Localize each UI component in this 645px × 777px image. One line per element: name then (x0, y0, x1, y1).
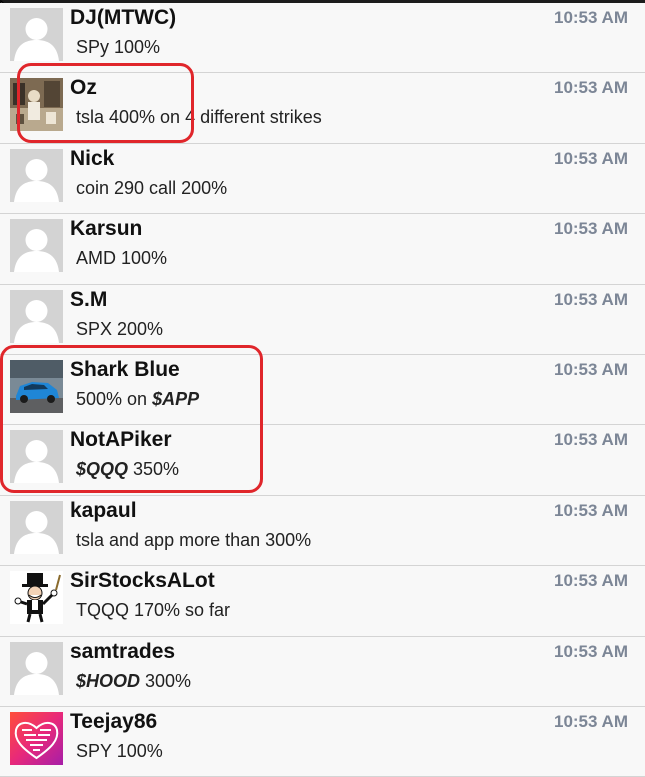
message-row[interactable]: Oz 10:53 AM tsla 400% on 4 different str… (0, 73, 645, 144)
message-text: AMD 100% (76, 248, 168, 269)
default-avatar-icon[interactable] (10, 289, 63, 343)
username[interactable]: SirStocksALot (70, 569, 215, 593)
username[interactable]: Nick (70, 147, 114, 171)
monopoly-man-avatar-icon[interactable] (10, 571, 63, 625)
message-text-post: 350% (128, 459, 180, 480)
message-row[interactable]: S.M 10:53 AM SPX 200% (0, 284, 645, 355)
default-avatar-icon[interactable] (10, 219, 63, 273)
message-text-post: 300% (140, 670, 192, 691)
photo-avatar-icon[interactable] (10, 78, 63, 132)
message-text: 500% on $APP (76, 389, 199, 410)
ticker-symbol[interactable]: $HOOD (76, 671, 140, 691)
timestamp: 10:53 AM (553, 289, 628, 309)
message-row[interactable]: NotAPiker 10:53 AM $QQQ 350% (0, 425, 645, 496)
message-row[interactable]: Karsun 10:53 AM AMD 100% (0, 214, 645, 285)
username[interactable]: S.M (70, 288, 107, 312)
message-text: $QQQ 350% (76, 459, 179, 480)
message-text-pre: 500% on (76, 388, 153, 409)
username[interactable]: kapaul (70, 499, 137, 523)
timestamp: 10:53 AM (553, 359, 628, 379)
ticker-symbol[interactable]: $APP (152, 389, 199, 409)
ticker-symbol[interactable]: $QQQ (76, 459, 128, 479)
timestamp: 10:53 AM (553, 711, 628, 731)
username[interactable]: Teejay86 (70, 710, 157, 734)
message-row[interactable]: Teejay86 10:53 AM SPY 100% (0, 706, 645, 777)
message-row[interactable]: Nick 10:53 AM coin 290 call 200% (0, 143, 645, 215)
message-row[interactable]: SirStocksALot 10:53 AM TQQQ 170% so far (0, 566, 645, 637)
message-row[interactable]: samtrades 10:53 AM $HOOD 300% (0, 636, 645, 707)
timestamp: 10:53 AM (553, 571, 628, 591)
username[interactable]: DJ(MTWC) (70, 6, 176, 30)
message-text: SPy 100% (76, 37, 161, 57)
message-text: tsla 400% on 4 different strikes (76, 107, 322, 128)
default-avatar-icon[interactable] (10, 430, 63, 484)
timestamp: 10:53 AM (553, 8, 628, 27)
timestamp: 10:53 AM (553, 500, 628, 520)
message-row[interactable]: kapaul 10:53 AM tsla and app more than 3… (0, 495, 645, 567)
message-text: TQQQ 170% so far (76, 600, 231, 621)
blue-car-avatar-icon[interactable] (10, 359, 63, 413)
default-avatar-icon[interactable] (10, 8, 63, 61)
timestamp: 10:53 AM (553, 430, 628, 450)
username[interactable]: samtrades (70, 640, 175, 664)
default-avatar-icon[interactable] (10, 500, 63, 554)
username[interactable]: Oz (70, 76, 97, 100)
timestamp: 10:53 AM (553, 148, 628, 168)
default-avatar-icon[interactable] (10, 148, 63, 202)
timestamp: 10:53 AM (553, 78, 628, 98)
message-text: SPX 200% (76, 318, 164, 339)
message-list: DJ(MTWC) 10:53 AM SPy 100% Oz 10:53 AM t… (0, 3, 645, 777)
username[interactable]: Karsun (70, 217, 142, 241)
timestamp: 10:53 AM (553, 219, 628, 239)
timestamp: 10:53 AM (553, 641, 628, 661)
heart-art-avatar-icon[interactable] (10, 711, 63, 765)
message-text: SPY 100% (76, 740, 163, 761)
message-row[interactable]: Shark Blue 10:53 AM 500% on $APP (0, 354, 645, 426)
message-text: coin 290 call 200% (76, 177, 228, 198)
message-text: tsla and app more than 300% (76, 529, 312, 550)
message-text: $HOOD 300% (76, 671, 191, 692)
default-avatar-icon[interactable] (10, 641, 63, 695)
message-row[interactable]: DJ(MTWC) 10:53 AM SPy 100% (0, 3, 645, 74)
username[interactable]: Shark Blue (70, 358, 180, 382)
username[interactable]: NotAPiker (70, 428, 172, 452)
